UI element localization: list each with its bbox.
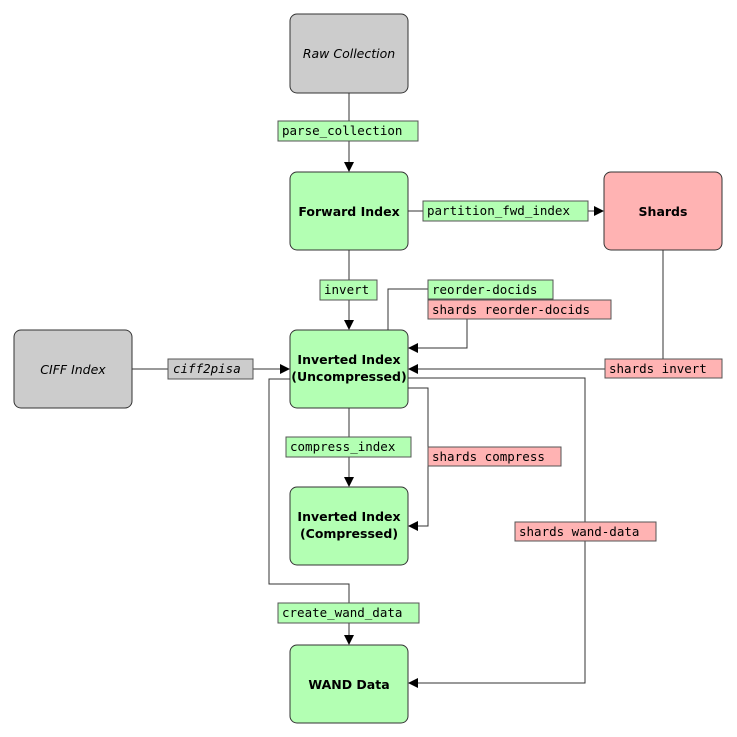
- edge-reorder-docids: [387, 288, 428, 330]
- node-label: Raw Collection: [303, 46, 395, 61]
- node-label-line1: Inverted Index: [297, 509, 400, 524]
- label-invert: invert: [319, 279, 378, 301]
- label-compress-index: compress_index: [285, 436, 412, 458]
- label-ciff2pisa: ciff2pisa: [167, 358, 254, 380]
- label-shards-wand-data: shards wand-data: [514, 521, 657, 542]
- svg-text:reorder-docids: reorder-docids: [432, 282, 537, 297]
- svg-text:shards invert: shards invert: [609, 361, 707, 376]
- svg-text:compress_index: compress_index: [290, 439, 396, 454]
- svg-text:shards reorder-docids: shards reorder-docids: [432, 302, 590, 317]
- node-shards: Shards: [603, 171, 723, 251]
- label-shards-invert: shards invert: [604, 358, 723, 379]
- edge-shards-reorder-docids: [408, 319, 468, 353]
- node-raw-collection: Raw Collection: [289, 13, 409, 94]
- node-inverted-compressed: Inverted Index (Compressed): [289, 486, 409, 566]
- svg-text:parse_collection: parse_collection: [282, 123, 402, 138]
- label-partition-fwd-index: partition_fwd_index: [422, 200, 589, 222]
- node-label-line2: (Uncompressed): [291, 369, 406, 384]
- label-shards-reorder-docids: shards reorder-docids: [427, 299, 612, 320]
- node-wand-data: WAND Data: [289, 644, 409, 724]
- svg-text:invert: invert: [324, 282, 369, 297]
- label-reorder-docids: reorder-docids: [427, 279, 554, 300]
- node-inverted-uncompressed: Inverted Index (Uncompressed): [289, 329, 409, 409]
- label-shards-compress: shards compress: [427, 446, 562, 467]
- node-forward-index: Forward Index: [289, 171, 409, 251]
- label-parse-collection: parse_collection: [277, 120, 419, 142]
- svg-text:partition_fwd_index: partition_fwd_index: [427, 203, 570, 218]
- node-label-line2: (Compressed): [300, 526, 398, 541]
- node-label-line1: Inverted Index: [297, 352, 400, 367]
- node-label: Forward Index: [298, 204, 399, 219]
- svg-text:create_wand_data: create_wand_data: [282, 605, 402, 620]
- svg-text:shards compress: shards compress: [432, 449, 545, 464]
- node-ciff-index: CIFF Index: [13, 329, 133, 409]
- svg-text:ciff2pisa: ciff2pisa: [173, 361, 241, 376]
- svg-text:shards wand-data: shards wand-data: [519, 524, 639, 539]
- node-label: Shards: [639, 204, 688, 219]
- pipeline-diagram: Raw Collection Forward Index Shards CIFF…: [13, 13, 723, 724]
- label-create-wand-data: create_wand_data: [277, 602, 420, 624]
- node-label: CIFF Index: [40, 362, 106, 377]
- node-label: WAND Data: [308, 677, 389, 692]
